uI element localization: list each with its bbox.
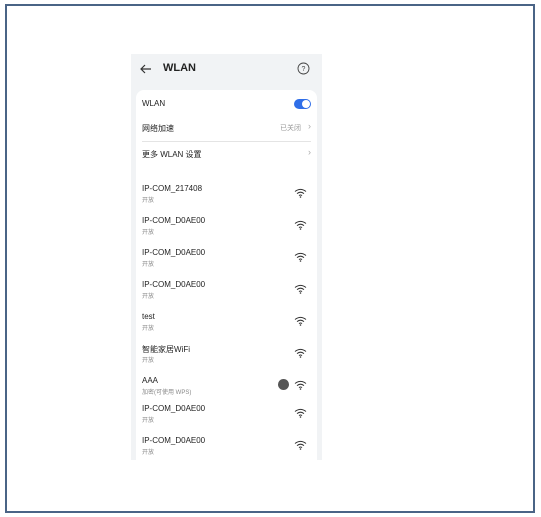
more-wlan-settings-label: 更多 WLAN 设置 — [142, 150, 202, 159]
network-ssid: IP-COM_D0AE00 — [142, 436, 206, 445]
network-item[interactable]: IP-COM_217408 开放 — [142, 180, 311, 212]
wifi-icon — [294, 408, 307, 418]
wifi-icon — [294, 188, 307, 198]
chevron-right-icon: › — [308, 147, 311, 157]
network-acceleration-value: 已关闭 — [280, 125, 301, 132]
phone-screen: WLAN ? WLAN 网络加速 已关闭 › 更多 WLAN 设置 › IP-C… — [131, 54, 322, 460]
network-ssid: IP-COM_D0AE00 — [142, 216, 206, 225]
network-ssid: IP-COM_D0AE00 — [142, 248, 206, 257]
network-item[interactable]: IP-COM_D0AE00 开放 — [142, 244, 311, 276]
wlan-toggle-label: WLAN — [142, 99, 166, 108]
chevron-right-icon: › — [308, 121, 311, 131]
network-status: 开放 — [142, 450, 155, 456]
network-item[interactable]: 智能家居WiFi 开放 — [142, 340, 311, 372]
question-circle-icon[interactable]: ? — [297, 62, 310, 75]
network-ssid: AAA — [142, 376, 159, 385]
wifi-icon — [294, 440, 307, 450]
network-status: 开放 — [142, 262, 155, 268]
network-item[interactable]: IP-COM_D0AE00 开放 — [142, 212, 311, 244]
network-item[interactable]: test 开放 — [142, 308, 311, 340]
network-list: IP-COM_217408 开放 IP-COM_D0AE00 开放 IP-COM_D0A… — [136, 174, 317, 460]
network-ssid: IP-COM_217408 — [142, 184, 203, 193]
network-status: 开放 — [142, 198, 155, 204]
network-status: 开放 — [142, 418, 155, 424]
network-status: 开放 — [142, 326, 155, 332]
svg-text:?: ? — [302, 66, 306, 73]
network-ssid: IP-COM_D0AE00 — [142, 404, 206, 413]
wps-icon[interactable] — [278, 379, 289, 390]
network-ssid: test — [142, 312, 155, 321]
toggle-knob — [302, 100, 310, 108]
network-item[interactable]: IP-COM_D0AE00 开放 — [142, 276, 311, 308]
wlan-toggle-row[interactable]: WLAN — [142, 92, 311, 116]
network-status: 开放 — [142, 294, 155, 300]
screenshot-frame: WLAN ? WLAN 网络加速 已关闭 › 更多 WLAN 设置 › IP-C… — [5, 4, 535, 513]
wifi-icon — [294, 252, 307, 262]
top-bar: WLAN ? — [131, 54, 322, 84]
arrow-left-icon[interactable] — [139, 62, 153, 76]
network-status: 开放 — [142, 230, 155, 236]
wifi-icon — [294, 284, 307, 294]
more-wlan-settings-row[interactable]: 更多 WLAN 设置 › — [142, 142, 311, 166]
wifi-icon — [294, 380, 307, 390]
network-status: 开放 — [142, 358, 155, 364]
wifi-icon — [294, 348, 307, 358]
network-ssid: IP-COM_D0AE00 — [142, 280, 206, 289]
network-item[interactable]: IP-COM_D0AE00 开放 — [142, 400, 311, 432]
network-status: 加密(可使用 WPS) — [142, 390, 192, 396]
network-acceleration-label: 网络加速 — [142, 124, 174, 133]
wlan-toggle-switch[interactable] — [294, 99, 311, 109]
network-item[interactable]: IP-COM_D0AE00 开放 — [142, 432, 311, 460]
wifi-icon — [294, 220, 307, 230]
network-ssid: 智能家居WiFi — [142, 345, 190, 354]
network-acceleration-row[interactable]: 网络加速 已关闭 › — [142, 116, 311, 140]
page-title: WLAN — [163, 62, 196, 74]
wifi-icon — [294, 316, 307, 326]
